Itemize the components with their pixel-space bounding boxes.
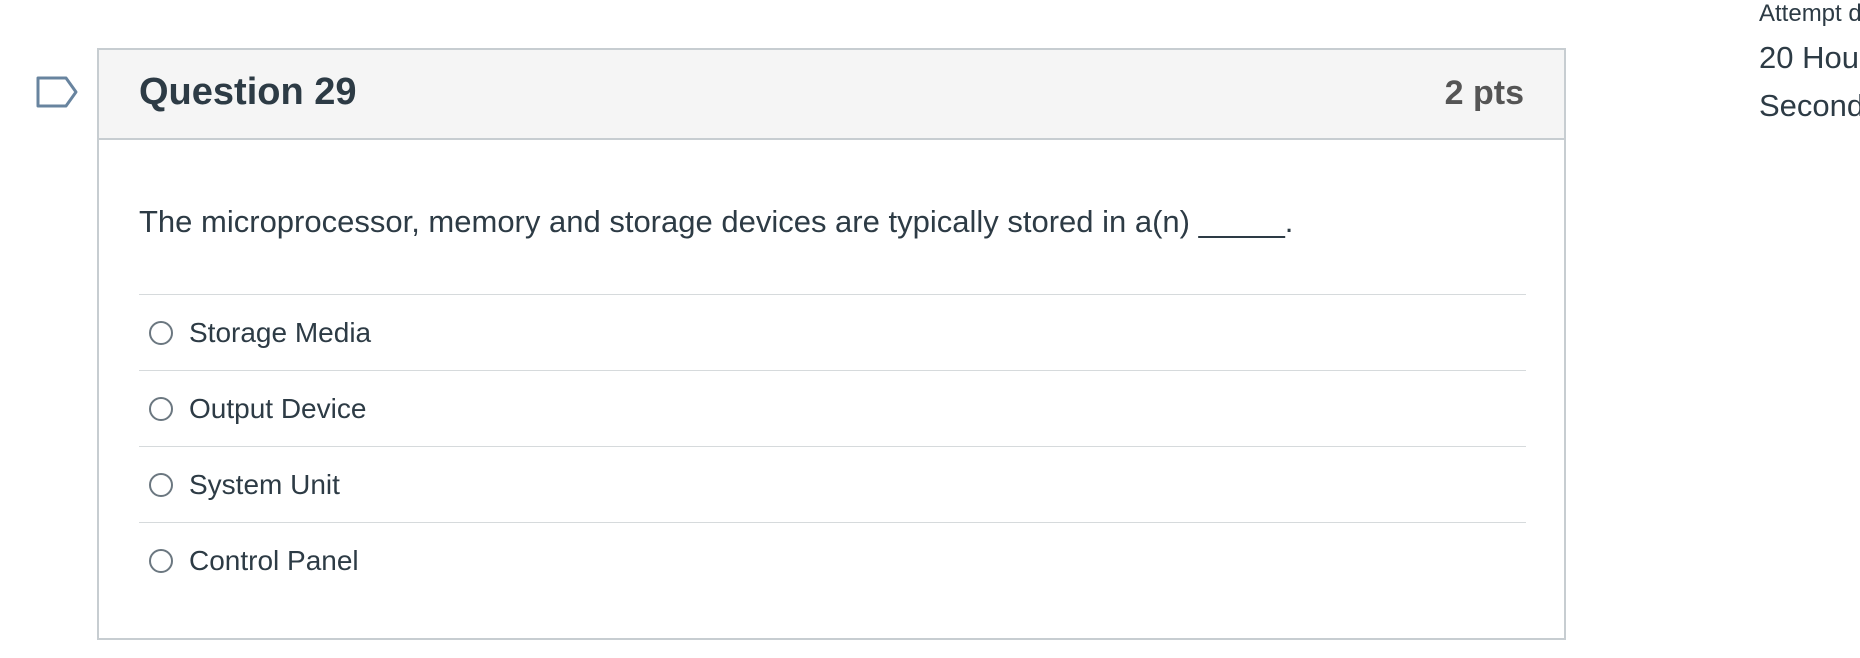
answer-list: Storage Media Output Device System Unit …: [139, 294, 1526, 598]
radio-button[interactable]: [149, 548, 173, 573]
radio-button[interactable]: [149, 472, 173, 497]
answer-label: Storage Media: [189, 316, 372, 348]
answer-label: System Unit: [189, 468, 340, 500]
answer-label: Control Panel: [189, 544, 359, 576]
timer-seconds: Second: [1759, 88, 1860, 123]
answer-option-output-device[interactable]: Output Device: [139, 370, 1526, 446]
question-points: 2 pts: [1444, 74, 1524, 112]
question-header: Question 29 2 pts: [99, 50, 1564, 140]
timer-hours: 20 Hou: [1759, 40, 1859, 75]
radio-button[interactable]: [149, 320, 173, 345]
answer-option-system-unit[interactable]: System Unit: [139, 446, 1526, 522]
answer-label: Output Device: [189, 392, 367, 424]
flag-question-icon[interactable]: [36, 76, 80, 108]
question-text: The microprocessor, memory and storage d…: [139, 204, 1294, 239]
radio-button[interactable]: [149, 396, 173, 421]
question-title: Question 29: [139, 71, 357, 113]
attempt-label: Attempt d: [1759, 0, 1860, 27]
answer-option-control-panel[interactable]: Control Panel: [139, 522, 1526, 598]
question-card: Question 29 2 pts The microprocessor, me…: [97, 48, 1566, 640]
answer-option-storage-media[interactable]: Storage Media: [139, 294, 1526, 370]
